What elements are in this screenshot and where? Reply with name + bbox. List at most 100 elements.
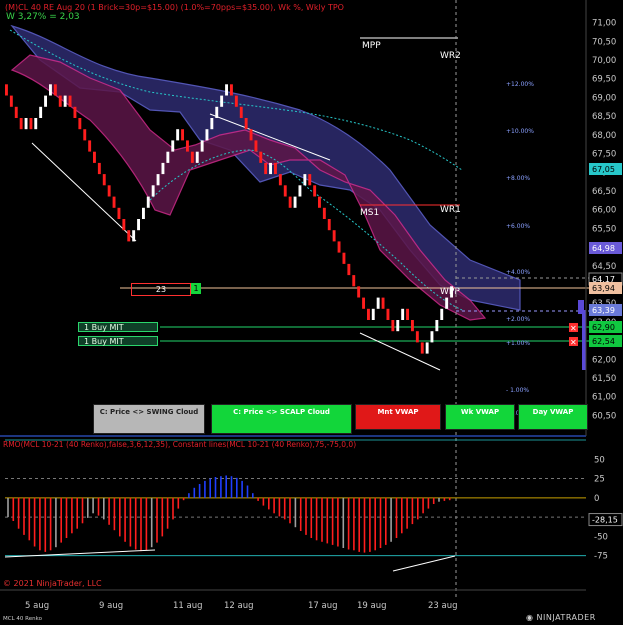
osc-value-label: -28,15 bbox=[592, 516, 618, 525]
cancel-order-icon-glyph: ✕ bbox=[570, 338, 577, 347]
ninjatrader-logo: ◉ NINJATRADER bbox=[526, 613, 596, 622]
instrument-label: MCL 40 Renko bbox=[3, 616, 42, 622]
brick-down bbox=[381, 297, 385, 309]
pct-label: - 1.00% bbox=[506, 387, 529, 394]
brick-down bbox=[357, 286, 361, 298]
brick-up bbox=[156, 174, 160, 186]
price-tick: 71,00 bbox=[592, 19, 616, 29]
brick-up bbox=[215, 106, 219, 118]
brick-down bbox=[83, 129, 87, 141]
buy-mit-order-2[interactable]: 1 Buy MIT bbox=[78, 336, 158, 346]
brick-up bbox=[396, 320, 400, 332]
brick-down bbox=[5, 84, 8, 96]
brand-name: NINJATRADER bbox=[536, 613, 596, 622]
daily-vwap-button[interactable]: Day VWAP bbox=[518, 404, 588, 430]
brick-down bbox=[9, 95, 13, 107]
time-tick: 19 aug bbox=[357, 601, 387, 611]
brick-up bbox=[195, 151, 199, 163]
price-tick: 61,50 bbox=[592, 374, 616, 384]
brick-down bbox=[190, 151, 194, 163]
brick-up bbox=[425, 342, 429, 354]
wr1-label: WR1 bbox=[440, 205, 461, 215]
price-tick: 68,50 bbox=[592, 112, 616, 122]
pct-label: +2.00% bbox=[506, 316, 530, 323]
chart-subtitle: W 3,27% = 2,03 bbox=[6, 12, 80, 22]
brick-up bbox=[142, 207, 145, 219]
ninjatrader-logo-icon: ◉ bbox=[526, 613, 537, 622]
brick-up bbox=[303, 174, 307, 186]
osc-tick: 0 bbox=[594, 494, 599, 504]
brick-down bbox=[406, 308, 409, 320]
price-tick: 66,00 bbox=[592, 206, 616, 216]
brick-up bbox=[401, 308, 405, 320]
brick-down bbox=[313, 185, 317, 197]
brick-down bbox=[249, 129, 253, 141]
swing-cloud-button[interactable]: C: Price <> SWING Cloud bbox=[93, 404, 205, 434]
brick-down bbox=[14, 106, 18, 118]
brick-up bbox=[440, 308, 444, 320]
price-tick: 68,00 bbox=[592, 131, 616, 141]
brick-up bbox=[371, 308, 375, 320]
brick-up bbox=[435, 320, 439, 332]
brick-down bbox=[352, 275, 356, 287]
brick-down bbox=[254, 140, 258, 152]
order-qty-box[interactable]: 23 bbox=[131, 283, 191, 296]
osc-tick: -75 bbox=[594, 552, 608, 562]
copyright-text: © 2021 NinjaTrader, LLC bbox=[3, 579, 102, 588]
order-side-box[interactable]: 1 bbox=[191, 283, 201, 294]
brick-down bbox=[322, 207, 326, 219]
brick-up bbox=[210, 118, 214, 130]
ms1-label: MS1 bbox=[360, 208, 379, 218]
osc-tick: 50 bbox=[594, 455, 605, 465]
time-tick: 9 aug bbox=[99, 601, 123, 611]
brick-up bbox=[161, 162, 165, 175]
brick-up bbox=[44, 95, 47, 107]
tpo-bar bbox=[582, 310, 586, 370]
brick-up bbox=[220, 95, 224, 107]
brick-down bbox=[342, 252, 346, 264]
brick-down bbox=[117, 207, 121, 219]
monthly-vwap-button[interactable]: Mnt VWAP bbox=[355, 404, 441, 430]
brick-down bbox=[362, 297, 365, 309]
brick-up bbox=[49, 84, 52, 96]
price-tag-label: 63,39 bbox=[592, 306, 615, 315]
price-tick: 70,00 bbox=[592, 56, 616, 66]
scalp-cloud-button[interactable]: C: Price <> SCALP Cloud bbox=[211, 404, 352, 434]
pct-label: +8.00% bbox=[506, 175, 530, 182]
buy-mit-order-1[interactable]: 1 Buy MIT bbox=[78, 322, 158, 332]
brick-down bbox=[278, 174, 282, 186]
time-tick: 17 aug bbox=[308, 601, 338, 611]
brick-up bbox=[166, 151, 170, 163]
brick-down bbox=[78, 118, 82, 130]
brick-up bbox=[450, 286, 453, 298]
brick-up bbox=[132, 230, 136, 242]
price-tick: 69,50 bbox=[592, 75, 616, 85]
time-tick: 5 aug bbox=[25, 601, 49, 611]
brick-up bbox=[376, 297, 380, 309]
brick-down bbox=[259, 151, 263, 163]
chart-canvas[interactable]: MPPWR2MS1 WR1WPP+12.00%+10.00%+8.00%+6.00… bbox=[0, 0, 623, 625]
brick-down bbox=[391, 320, 395, 332]
brick-down bbox=[327, 219, 331, 231]
brick-down bbox=[122, 219, 126, 231]
brick-up bbox=[430, 331, 434, 343]
brick-down bbox=[420, 342, 424, 354]
brick-down bbox=[332, 230, 336, 242]
brick-down bbox=[53, 84, 57, 96]
price-tag-label: 62,90 bbox=[592, 323, 615, 332]
price-tag-label: 64,98 bbox=[592, 244, 615, 253]
brick-down bbox=[308, 174, 312, 186]
time-tick: 23 aug bbox=[428, 601, 458, 611]
brick-down bbox=[68, 95, 72, 107]
brick-down bbox=[97, 162, 101, 175]
weekly-vwap-button[interactable]: Wk VWAP bbox=[445, 404, 515, 430]
price-tick: 67,50 bbox=[592, 150, 616, 160]
chart-title: (M)CL 40 RE Aug 20 (1 Brick=30p=$15.00) … bbox=[5, 3, 344, 12]
brick-down bbox=[181, 129, 184, 141]
brick-down bbox=[58, 95, 62, 107]
price-tag-label: 62,54 bbox=[592, 337, 615, 346]
brick-down bbox=[112, 196, 116, 208]
price-tick: 66,50 bbox=[592, 187, 616, 197]
brick-down bbox=[230, 84, 233, 96]
wr2-label: WR2 bbox=[440, 51, 461, 61]
